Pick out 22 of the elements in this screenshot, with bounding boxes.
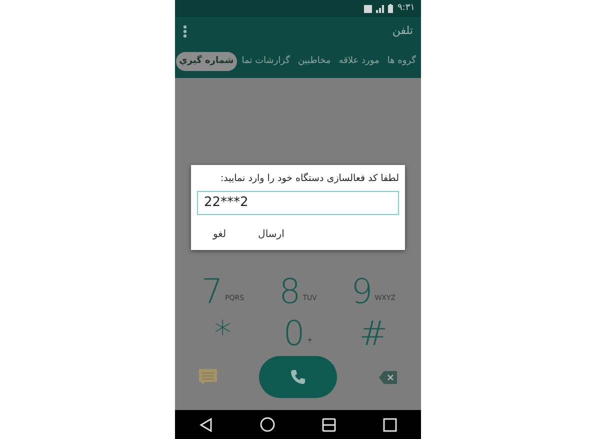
dial-key[interactable]: * xyxy=(185,310,260,352)
tab[interactable]: مورد علاقه xyxy=(336,52,382,72)
dual-window-icon[interactable] xyxy=(322,418,336,432)
backspace-icon[interactable] xyxy=(379,370,397,384)
home-icon[interactable] xyxy=(260,417,275,432)
tab[interactable]: گزارشات تما xyxy=(238,52,293,72)
code-input-field[interactable]: 22***2 xyxy=(197,190,399,215)
call-button[interactable] xyxy=(259,356,337,398)
tab[interactable]: شماره گيري xyxy=(176,52,237,72)
dialog-button[interactable]: لغو xyxy=(205,222,234,246)
tab[interactable]: مخاطبين xyxy=(294,52,334,72)
dialog-message: لطفا کد فعالسازی دستگاه خود را وارد نمایید: xyxy=(219,172,399,186)
signal-icon xyxy=(376,4,384,12)
dialog-button[interactable]: ارسال xyxy=(250,222,292,246)
back-icon[interactable] xyxy=(198,418,213,432)
tab[interactable]: گروه ها xyxy=(384,52,419,72)
more-options-icon[interactable] xyxy=(183,24,187,38)
phone-icon xyxy=(290,369,306,385)
battery-icon xyxy=(388,4,394,13)
app-title: تلفن xyxy=(392,22,413,39)
recent-apps-icon[interactable] xyxy=(383,418,398,432)
status-time: ۹:۳۱ xyxy=(397,2,415,15)
